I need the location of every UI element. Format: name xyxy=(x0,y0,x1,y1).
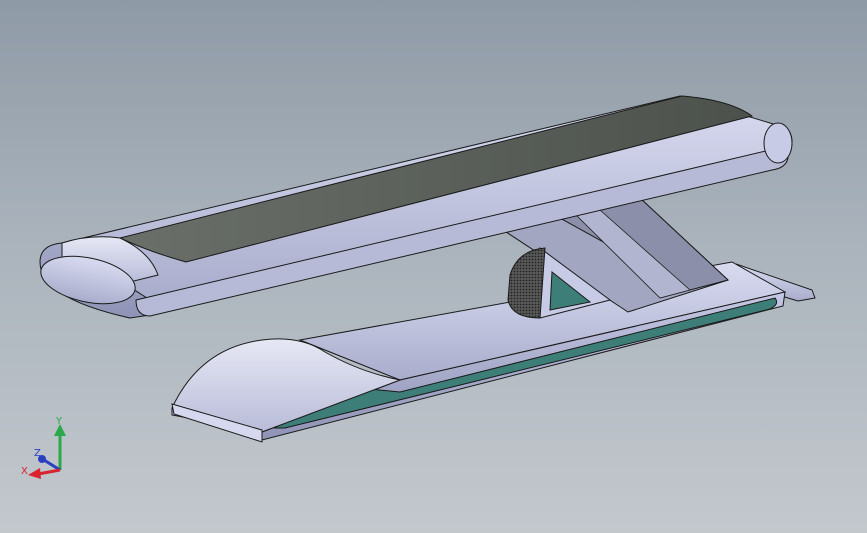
orientation-triad: Y Z X xyxy=(21,416,66,479)
nail-clipper-model[interactable] xyxy=(0,0,867,533)
knurled-wheel xyxy=(507,247,546,319)
cad-viewport[interactable]: Y Z X xyxy=(0,0,867,533)
z-axis-icon xyxy=(43,458,61,472)
x-axis-arrowhead xyxy=(28,468,41,479)
x-axis-label: X xyxy=(21,466,28,477)
x-axis-icon xyxy=(37,468,61,476)
z-axis-label: Z xyxy=(34,448,41,459)
bottom-jaw[interactable] xyxy=(171,261,816,443)
lever-rear-end xyxy=(763,122,793,164)
y-axis-label: Y xyxy=(55,416,63,427)
